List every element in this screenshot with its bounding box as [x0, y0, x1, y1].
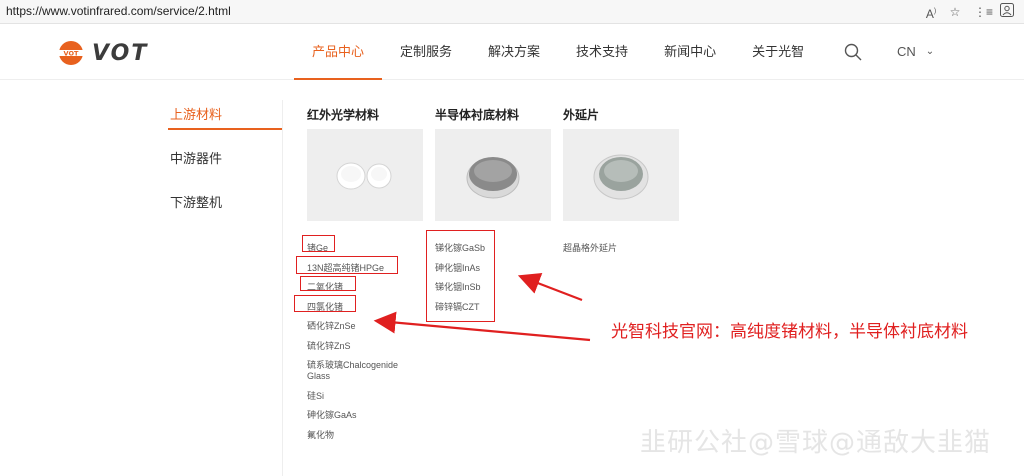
logo-emblem-icon: VOT	[57, 41, 85, 65]
language-selector[interactable]: CN ⌄	[897, 44, 934, 59]
column-epitaxial-wafers: 外延片 超晶格外延片	[563, 106, 679, 263]
main-nav: 产品中心 定制服务 解决方案 技术支持 新闻中心 关于光智	[294, 24, 822, 80]
list-item[interactable]: 超晶格外延片	[563, 243, 679, 254]
sidebar-item-downstream[interactable]: 下游整机	[168, 188, 282, 232]
logo-mark-text: VOT	[64, 50, 79, 58]
column-item-list: 锗Ge 13N超高纯锗HPGe 二氧化锗 四氯化锗 硒化锌ZnSe 硫化锌ZnS…	[307, 243, 423, 441]
nav-news[interactable]: 新闻中心	[646, 24, 734, 80]
list-item[interactable]: 硫系玻璃Chalcogenide Glass	[307, 360, 407, 382]
site-header: VOT VOT 产品中心 定制服务 解决方案 技术支持 新闻中心 关于光智 CN…	[0, 24, 1024, 80]
list-item[interactable]: 砷化铟InAs	[435, 263, 551, 274]
product-image-epi-wafer[interactable]	[563, 129, 679, 221]
sidebar-item-upstream[interactable]: 上游材料	[168, 100, 282, 130]
list-item[interactable]: 锑化镓GaSb	[435, 243, 551, 254]
column-infrared-materials: 红外光学材料 锗Ge 13N超高纯锗HPGe 二氧化锗 四氯化锗 硒化锌ZnSe…	[307, 106, 423, 449]
nav-tech-support[interactable]: 技术支持	[558, 24, 646, 80]
profile-icon[interactable]	[998, 3, 1016, 21]
collections-icon[interactable]: ⋮≡	[974, 3, 993, 21]
list-item[interactable]: 硅Si	[307, 391, 423, 402]
nav-products[interactable]: 产品中心	[294, 24, 383, 80]
search-icon[interactable]	[843, 42, 863, 62]
wafer-image	[466, 157, 520, 199]
site-logo[interactable]: VOT VOT	[56, 40, 148, 66]
list-item[interactable]: 13N超高纯锗HPGe	[307, 263, 423, 274]
list-item[interactable]: 硫化锌ZnS	[307, 341, 423, 352]
list-item[interactable]: 砷化镓GaAs	[307, 410, 423, 421]
epi-wafer-image	[593, 154, 649, 200]
list-item[interactable]: 锗Ge	[307, 243, 423, 254]
nav-custom-service[interactable]: 定制服务	[382, 24, 470, 80]
read-aloud-icon[interactable]: A)	[922, 3, 940, 21]
column-item-list: 锑化镓GaSb 砷化铟InAs 锑化铟InSb 碲锌镉CZT	[435, 243, 551, 313]
chevron-down-icon: ⌄	[925, 46, 935, 57]
list-item[interactable]: 二氧化锗	[307, 282, 423, 293]
column-title: 红外光学材料	[307, 108, 380, 122]
product-image-wafer[interactable]	[435, 129, 551, 221]
list-item[interactable]: 碲锌镉CZT	[435, 302, 551, 313]
list-item[interactable]: 硒化锌ZnSe	[307, 321, 423, 332]
list-item[interactable]: 锑化铟InSb	[435, 282, 551, 293]
language-label: CN	[897, 44, 916, 59]
column-title: 外延片	[563, 108, 600, 122]
annotation-caption: 光智科技官网：高纯度锗材料，半导体衬底材料	[611, 322, 968, 342]
sidebar-item-midstream[interactable]: 中游器件	[168, 144, 282, 188]
category-sidebar: 上游材料 中游器件 下游整机	[168, 100, 282, 232]
url-field[interactable]: https://www.votinfrared.com/service/2.ht…	[6, 4, 231, 18]
nav-about[interactable]: 关于光智	[734, 24, 822, 80]
browser-address-bar: https://www.votinfrared.com/service/2.ht…	[0, 0, 1024, 24]
favorite-star-icon[interactable]: ☆	[946, 3, 964, 21]
watermark: 韭研公社@雪球@通敌大韭猫	[640, 428, 992, 458]
list-item[interactable]: 四氯化锗	[307, 302, 423, 313]
brand-name: VOT	[92, 40, 149, 66]
list-item[interactable]: 氟化物	[307, 430, 423, 441]
column-semiconductor-substrates: 半导体衬底材料 锑化镓GaSb 砷化铟InAs 锑化铟InSb 碲锌镉CZT	[435, 106, 551, 321]
product-image-infrared-lenses[interactable]	[307, 129, 423, 221]
column-title: 半导体衬底材料	[435, 108, 520, 122]
sidebar-divider	[282, 100, 283, 476]
nav-solutions[interactable]: 解决方案	[470, 24, 558, 80]
lens-pair-image	[336, 162, 392, 190]
column-item-list: 超晶格外延片	[563, 243, 679, 254]
